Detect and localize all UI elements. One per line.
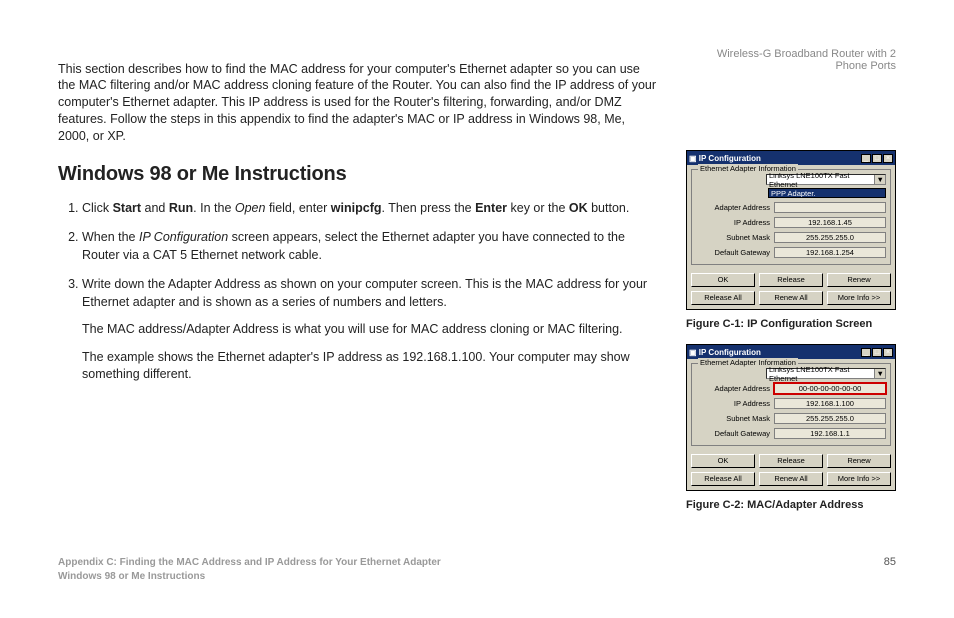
release-button: Release — [759, 454, 823, 468]
appendix-name: Appendix C: Finding the MAC Address and … — [58, 556, 441, 570]
figure-c1-caption: Figure C-1: IP Configuration Screen — [686, 318, 896, 330]
app-icon: ▣ — [689, 348, 699, 357]
window-title: ▣ IP Configuration — [689, 154, 761, 163]
adapter-combobox: Linksys LNE100TX Fast Ethernet ▼ — [766, 368, 886, 379]
intro-paragraph: This section describes how to find the M… — [58, 61, 658, 145]
figure-c2: ▣ IP Configuration _ □ × Ethernet Adapte… — [686, 344, 896, 491]
chevron-down-icon: ▼ — [874, 369, 885, 378]
chevron-down-icon: ▼ — [874, 175, 885, 184]
page-number: 85 — [884, 556, 896, 584]
default-gateway-field: 192.168.1.1 — [774, 428, 886, 439]
ok-button: OK — [691, 454, 755, 468]
close-icon: × — [883, 154, 893, 163]
minimize-icon: _ — [861, 348, 871, 357]
adapter-combobox: Linksys LNE100TX Fast Ethernet ▼ — [766, 174, 886, 185]
step-3: Write down the Adapter Address as shown … — [82, 276, 658, 384]
maximize-icon: □ — [872, 348, 882, 357]
renew-button: Renew — [827, 454, 891, 468]
groupbox-legend: Ethernet Adapter Information — [698, 358, 798, 367]
product-header: Wireless-G Broadband Router with 2 Phone… — [686, 48, 896, 72]
appendix-subtitle: Windows 98 or Me Instructions — [58, 570, 441, 584]
figure-c2-caption: Figure C-2: MAC/Adapter Address — [686, 499, 896, 511]
renew-button: Renew — [827, 273, 891, 287]
subnet-mask-field: 255.255.255.0 — [774, 413, 886, 424]
ip-address-field: 192.168.1.45 — [774, 217, 886, 228]
maximize-icon: □ — [872, 154, 882, 163]
app-icon: ▣ — [689, 154, 699, 163]
minimize-icon: _ — [861, 154, 871, 163]
default-gateway-field: 192.168.1.254 — [774, 247, 886, 258]
ipconfig-dialog-1: ▣ IP Configuration _ □ × Ethernet Adapte… — [686, 150, 896, 310]
release-all-button: Release All — [691, 472, 755, 486]
instruction-list: Click Start and Run. In the Open field, … — [58, 200, 658, 384]
groupbox-legend: Ethernet Adapter Information — [698, 164, 798, 173]
figure-c1: ▣ IP Configuration _ □ × Ethernet Adapte… — [686, 150, 896, 310]
ip-address-field: 192.168.1.100 — [774, 398, 886, 409]
ok-button: OK — [691, 273, 755, 287]
step-2: When the IP Configuration screen appears… — [82, 229, 658, 264]
window-title: ▣ IP Configuration — [689, 348, 761, 357]
page-footer: Appendix C: Finding the MAC Address and … — [58, 556, 896, 584]
adapter-selected-highlight: PPP Adapter. — [768, 188, 886, 198]
adapter-address-field — [774, 202, 886, 213]
close-icon: × — [883, 348, 893, 357]
subnet-mask-field: 255.255.255.0 — [774, 232, 886, 243]
more-info-button: More Info >> — [827, 291, 891, 305]
adapter-address-field: 00-00-00-00-00-00 — [774, 383, 886, 394]
release-button: Release — [759, 273, 823, 287]
step-1: Click Start and Run. In the Open field, … — [82, 200, 658, 218]
more-info-button: More Info >> — [827, 472, 891, 486]
renew-all-button: Renew All — [759, 291, 823, 305]
release-all-button: Release All — [691, 291, 755, 305]
ipconfig-dialog-2: ▣ IP Configuration _ □ × Ethernet Adapte… — [686, 344, 896, 491]
section-heading: Windows 98 or Me Instructions — [58, 163, 658, 186]
renew-all-button: Renew All — [759, 472, 823, 486]
